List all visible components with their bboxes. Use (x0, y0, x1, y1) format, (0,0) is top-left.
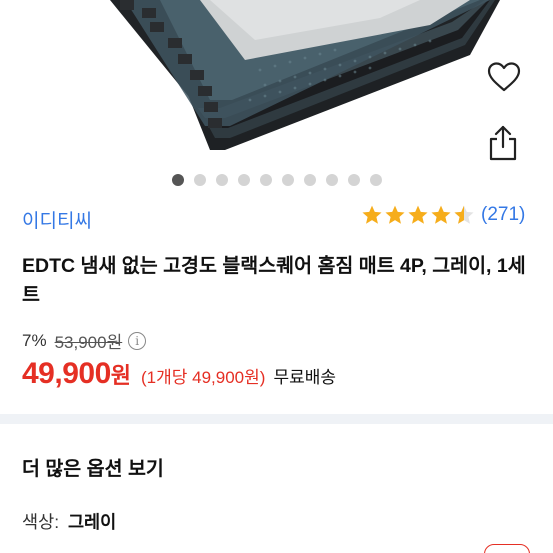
carousel-dot[interactable] (281, 174, 294, 186)
star-full-icon (431, 205, 451, 224)
star-half-icon (454, 205, 474, 224)
carousel-dot[interactable] (325, 174, 338, 186)
color-option-label: 색상: (22, 512, 60, 532)
carousel-dot[interactable] (369, 174, 382, 186)
section-divider (0, 414, 553, 424)
sale-price: 49,900 (22, 357, 111, 390)
carousel-dot[interactable] (347, 174, 360, 186)
product-image[interactable] (0, 0, 553, 170)
info-icon[interactable]: i (128, 331, 147, 350)
more-options-heading[interactable]: 더 많은 옵션 보기 (22, 452, 164, 481)
star-full-icon (385, 205, 405, 224)
carousel-dot[interactable] (259, 174, 272, 186)
color-option-row[interactable]: 색상: 그레이 (22, 509, 116, 534)
sale-price-currency: 원 (110, 363, 132, 388)
unit-price: (1개당 49,900원) (141, 368, 266, 387)
carousel-dot[interactable] (237, 174, 250, 186)
shipping-badge: 무료배송 (273, 368, 336, 387)
brand-link[interactable]: 이디티씨 (22, 206, 92, 233)
share-button[interactable] (487, 125, 527, 165)
carousel-dot[interactable] (193, 174, 206, 186)
color-option-value: 그레이 (67, 512, 117, 532)
carousel-dot[interactable] (303, 174, 316, 186)
star-full-icon (362, 205, 382, 224)
share-icon (489, 125, 517, 161)
original-price-row: 7% 53,900원 i (22, 328, 147, 353)
discount-rate: 7% (22, 330, 47, 350)
product-title: EDTC 냄새 없는 고경도 블랙스퀘어 홈짐 매트 4P, 그레이, 1세트 (22, 255, 526, 306)
carousel-dot[interactable] (171, 174, 184, 186)
mat-stack-illustration (110, 0, 500, 150)
heart-icon (487, 62, 521, 92)
sale-price-row: 49,900 원 (1개당 49,900원) 무료배송 (22, 357, 336, 391)
review-count-link[interactable]: (271) (481, 204, 525, 226)
star-full-icon (408, 205, 428, 224)
wishlist-button[interactable] (487, 62, 527, 102)
option-badge (484, 544, 530, 553)
carousel-indicator[interactable] (0, 174, 553, 186)
original-price: 53,900원 (54, 333, 123, 352)
star-rating (361, 204, 475, 226)
rating-summary[interactable]: (271) (361, 204, 525, 226)
carousel-dot[interactable] (215, 174, 228, 186)
product-detail-page: 이디티씨 (271) EDTC 냄새 없는 고경도 블랙스퀘어 홈짐 매트 4P… (0, 0, 553, 553)
